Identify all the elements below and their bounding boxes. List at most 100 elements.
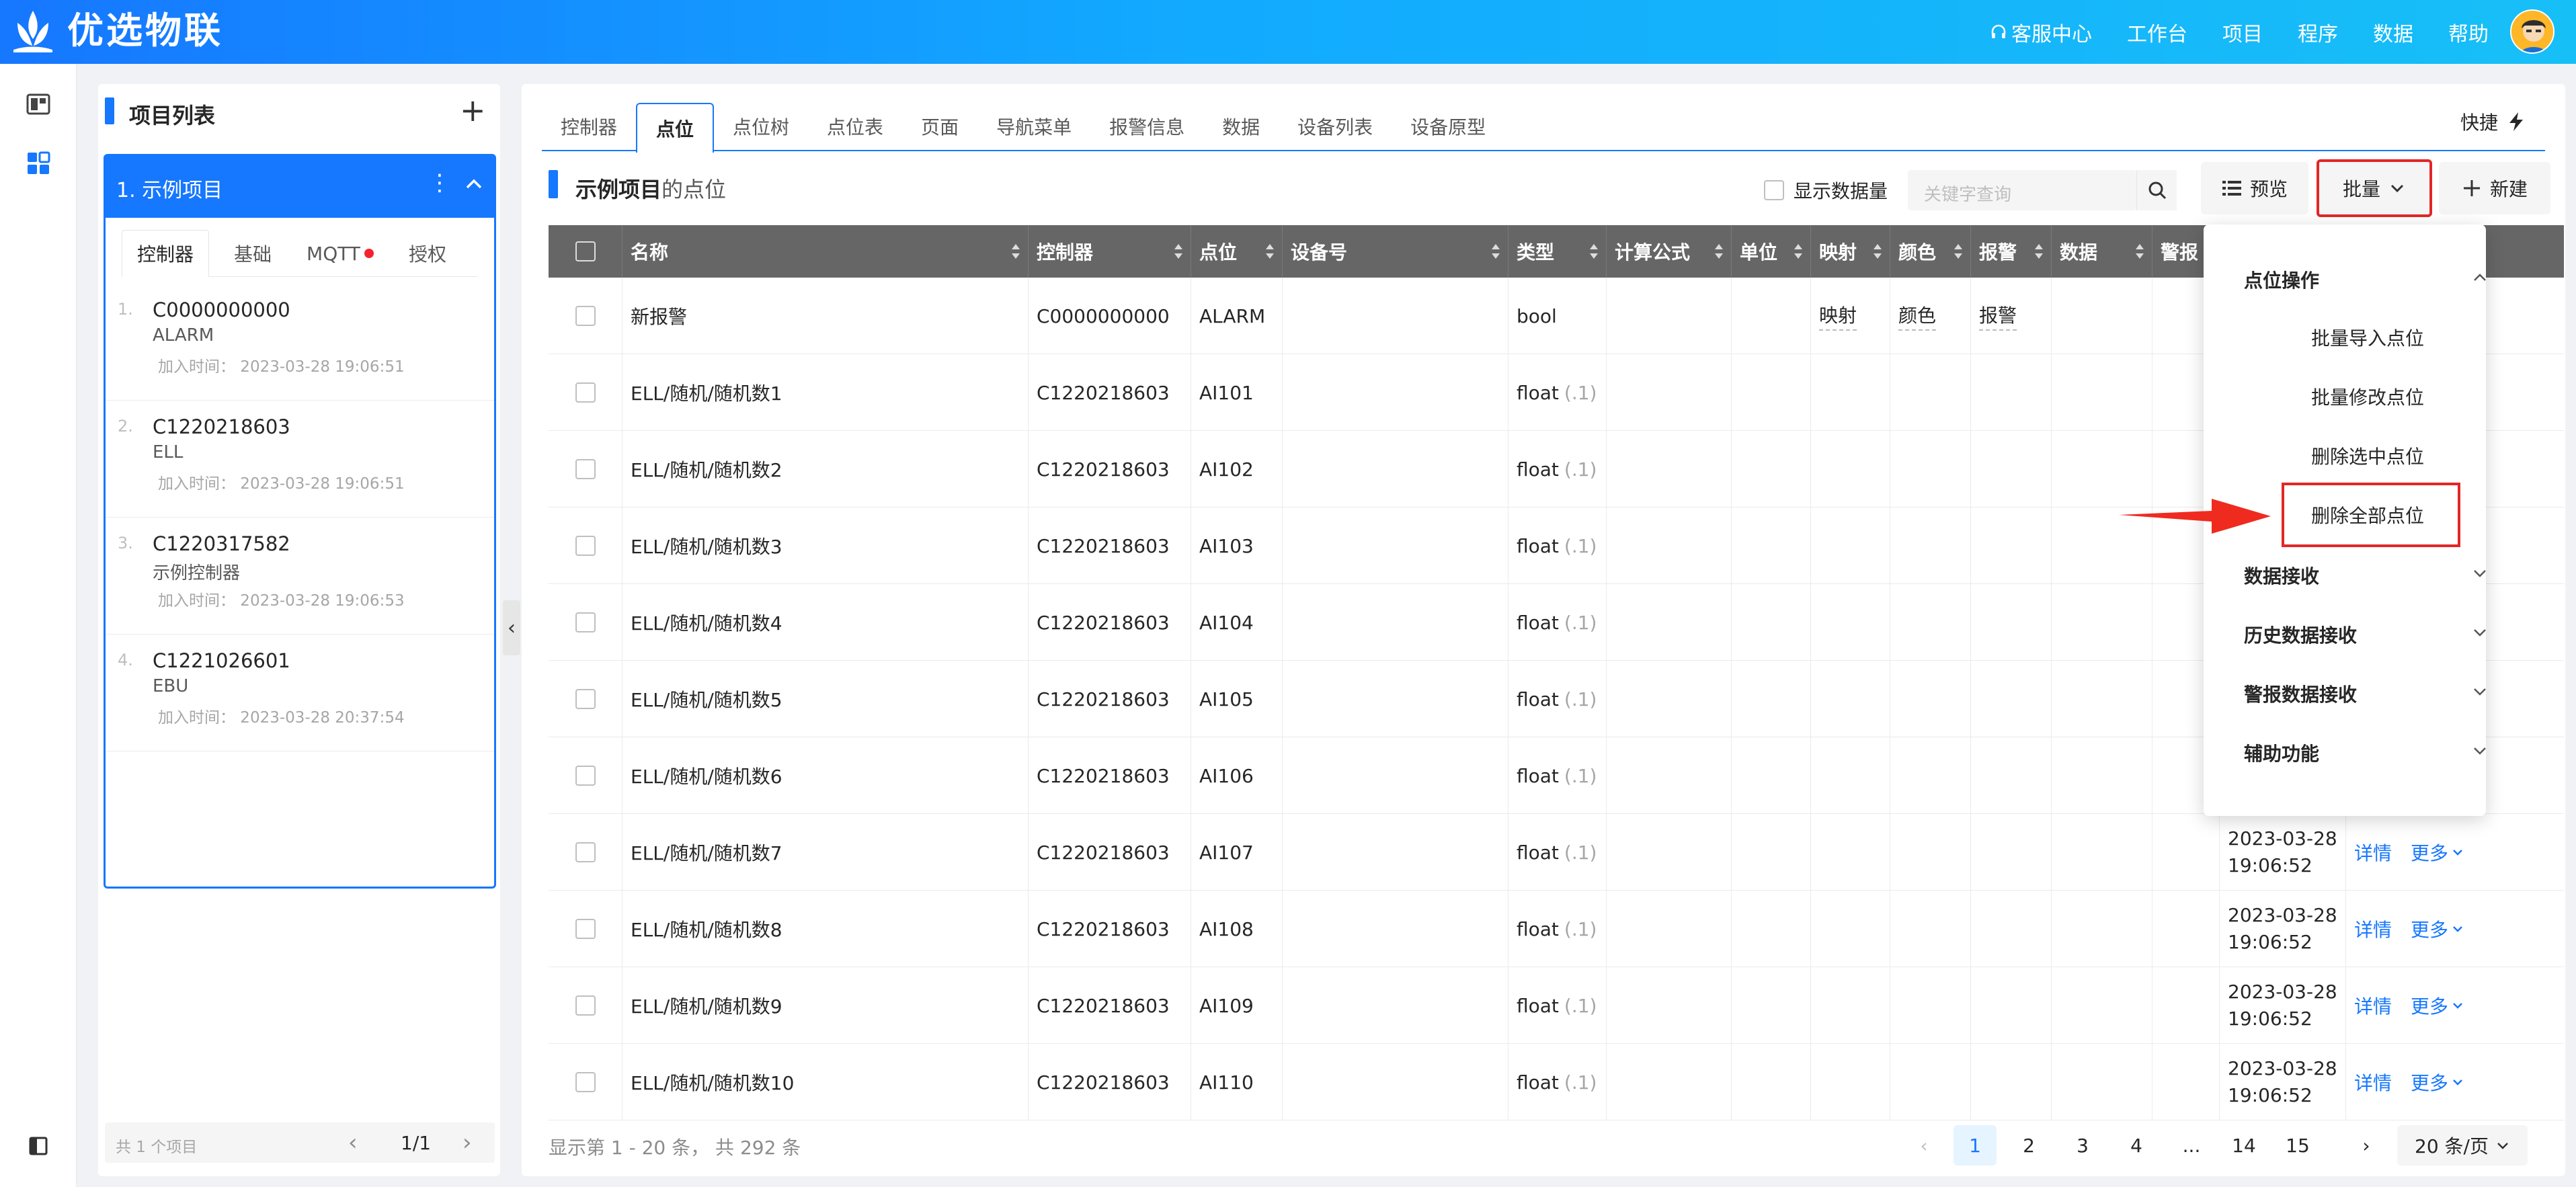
- tab-4[interactable]: 页面: [902, 103, 977, 150]
- dropdown-group-4[interactable]: 辅助功能: [2244, 739, 2319, 766]
- quick-button[interactable]: 快捷: [2460, 108, 2525, 135]
- detail-link[interactable]: 详情: [2354, 1069, 2392, 1096]
- next-page-button[interactable]: ›: [2345, 1125, 2388, 1165]
- detail-link[interactable]: 详情: [2354, 915, 2392, 942]
- project-header[interactable]: 1. 示例项目 ⋮: [106, 156, 494, 218]
- row-checkbox[interactable]: [575, 842, 596, 862]
- chevron-down-icon[interactable]: [2471, 624, 2489, 641]
- dropdown-group-2[interactable]: 历史数据接收: [2244, 621, 2357, 648]
- tab-6[interactable]: 报警信息: [1090, 103, 1203, 150]
- tab-2[interactable]: 点位树: [714, 103, 808, 150]
- controller-item[interactable]: 1. C0000000000 ALARM 加入时间： 2023-03-28 19:06…: [106, 284, 494, 401]
- user-avatar[interactable]: [2510, 9, 2554, 54]
- subtab-1[interactable]: 基础: [209, 230, 296, 277]
- add-project-button[interactable]: +: [460, 95, 486, 126]
- column-header[interactable]: 报警: [1971, 225, 2052, 278]
- column-header[interactable]: 映射: [1811, 225, 1890, 278]
- detail-link[interactable]: 详情: [2354, 839, 2392, 866]
- subtab-2[interactable]: MQTT: [296, 230, 384, 277]
- column-header[interactable]: 计算公式: [1607, 225, 1732, 278]
- topnav-item[interactable]: 帮助: [2448, 17, 2489, 47]
- dropdown-item-2[interactable]: 删除选中点位: [2311, 442, 2424, 469]
- topnav-item[interactable]: 程序: [2298, 17, 2338, 47]
- map-link[interactable]: 映射: [1819, 301, 1857, 331]
- page-2[interactable]: 2: [2007, 1125, 2050, 1165]
- row-checkbox[interactable]: [575, 612, 596, 632]
- sort-icon[interactable]: [1588, 239, 1599, 264]
- page-14[interactable]: 14: [2222, 1125, 2265, 1165]
- column-header[interactable]: 名称: [622, 225, 1029, 278]
- controller-item[interactable]: 3. C1220317582 示例控制器 加入时间： 2023-03-28 19:06…: [106, 518, 494, 635]
- alarm-link[interactable]: 报警: [1979, 301, 2017, 331]
- search-button[interactable]: [2136, 170, 2177, 210]
- new-button[interactable]: 新建: [2439, 162, 2550, 214]
- sort-icon[interactable]: [2134, 239, 2145, 264]
- row-checkbox[interactable]: [575, 306, 596, 326]
- subtab-0[interactable]: 控制器: [122, 230, 209, 277]
- tab-7[interactable]: 数据: [1203, 103, 1279, 150]
- chevron-down-icon[interactable]: [2471, 565, 2489, 582]
- prev-page-button[interactable]: ‹: [1902, 1125, 1945, 1165]
- sidebar-toggle-icon[interactable]: [25, 1133, 52, 1159]
- collapse-panel-handle[interactable]: ‹: [503, 600, 520, 655]
- topnav-item[interactable]: 工作台: [2127, 17, 2187, 47]
- row-checkbox[interactable]: [575, 382, 596, 403]
- sort-icon[interactable]: [1872, 239, 1883, 264]
- subtab-3[interactable]: 授权: [384, 230, 471, 277]
- sort-icon[interactable]: [1490, 239, 1501, 264]
- dropdown-group-0[interactable]: 点位操作: [2244, 266, 2319, 293]
- row-checkbox[interactable]: [575, 919, 596, 939]
- tab-8[interactable]: 设备列表: [1279, 103, 1392, 150]
- chevron-down-icon[interactable]: [2471, 683, 2489, 700]
- chevron-down-icon[interactable]: [2471, 742, 2489, 760]
- column-header[interactable]: 点位: [1191, 225, 1283, 278]
- sort-icon[interactable]: [2034, 239, 2044, 264]
- dropdown-item-0[interactable]: 批量导入点位: [2311, 324, 2424, 351]
- sort-icon[interactable]: [1264, 239, 1275, 264]
- detail-link[interactable]: 详情: [2354, 992, 2392, 1019]
- prev-page-icon[interactable]: ‹: [348, 1129, 358, 1156]
- topnav-item[interactable]: 客服中心: [1990, 17, 2092, 47]
- row-checkbox[interactable]: [575, 459, 596, 479]
- batch-button[interactable]: 批量: [2317, 159, 2432, 217]
- dropdown-group-3[interactable]: 警报数据接收: [2244, 680, 2357, 707]
- sort-icon[interactable]: [1173, 239, 1184, 264]
- topnav-item[interactable]: 项目: [2222, 17, 2263, 47]
- row-checkbox[interactable]: [575, 995, 596, 1016]
- dropdown-item-1[interactable]: 批量修改点位: [2311, 383, 2424, 410]
- row-checkbox[interactable]: [575, 766, 596, 786]
- search-input[interactable]: 关键字查询: [1908, 170, 2136, 210]
- topnav-item[interactable]: 数据: [2373, 17, 2413, 47]
- row-checkbox[interactable]: [575, 689, 596, 709]
- chevron-up-icon[interactable]: [2471, 269, 2489, 286]
- tab-5[interactable]: 导航菜单: [977, 103, 1090, 150]
- more-link[interactable]: 更多: [2411, 915, 2464, 942]
- column-header[interactable]: 颜色: [1890, 225, 1971, 278]
- controller-item[interactable]: 2. C1220218603 ELL 加入时间： 2023-03-28 19:06:5…: [106, 401, 494, 518]
- column-header[interactable]: 控制器: [1029, 225, 1191, 278]
- sort-icon[interactable]: [1953, 239, 1964, 264]
- tab-3[interactable]: 点位表: [808, 103, 902, 150]
- page-15[interactable]: 15: [2276, 1125, 2319, 1165]
- tab-9[interactable]: 设备原型: [1392, 103, 1504, 150]
- color-link[interactable]: 颜色: [1898, 301, 1937, 331]
- column-header[interactable]: 数据: [2052, 225, 2152, 278]
- row-checkbox[interactable]: [575, 1072, 596, 1092]
- tab-1[interactable]: 点位: [636, 103, 715, 153]
- more-link[interactable]: 更多: [2411, 839, 2464, 866]
- row-checkbox[interactable]: [575, 536, 596, 556]
- controller-item[interactable]: 4. C1221026601 EBU 加入时间： 2023-03-28 20:37:5…: [106, 635, 494, 751]
- sort-icon[interactable]: [1010, 239, 1021, 264]
- sort-icon[interactable]: [1793, 239, 1804, 264]
- chevron-up-icon[interactable]: [462, 172, 486, 196]
- dropdown-group-1[interactable]: 数据接收: [2244, 562, 2319, 589]
- preview-button[interactable]: 预览: [2201, 162, 2308, 214]
- page-3[interactable]: 3: [2061, 1125, 2104, 1165]
- more-link[interactable]: 更多: [2411, 1069, 2464, 1096]
- dashboard-icon[interactable]: [25, 150, 52, 177]
- show-volume-toggle[interactable]: 显示数据量: [1764, 177, 1888, 204]
- column-header[interactable]: 单位: [1732, 225, 1811, 278]
- select-all-checkbox[interactable]: [575, 241, 596, 261]
- page-1[interactable]: 1: [1954, 1125, 1997, 1165]
- column-header[interactable]: 类型: [1508, 225, 1607, 278]
